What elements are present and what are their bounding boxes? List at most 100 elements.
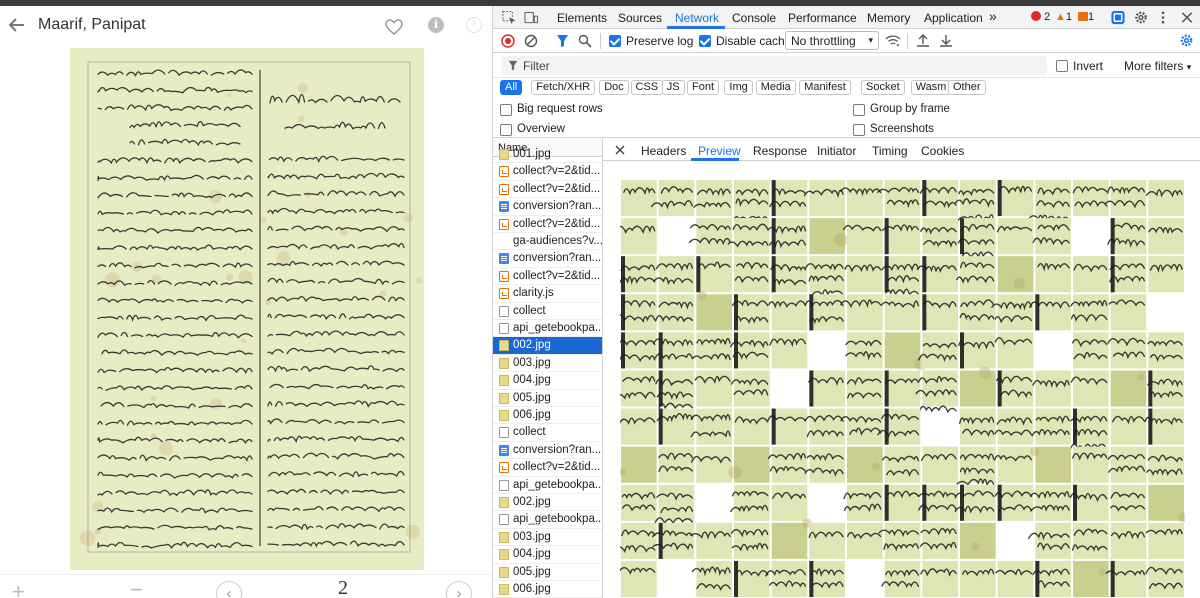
search-icon[interactable] — [578, 34, 592, 48]
request-row[interactable]: api_getebookpa... — [493, 320, 602, 338]
device-toolbar-icon[interactable] — [523, 10, 539, 25]
chip-font[interactable]: Font — [687, 80, 720, 95]
request-row[interactable]: conversion?ran... — [493, 198, 602, 216]
chevron-left-icon[interactable]: ‹ — [216, 581, 242, 598]
request-row[interactable]: 004.jpg — [493, 372, 602, 390]
request-detail: Headers Preview Response Initiator Timin… — [603, 139, 1200, 598]
chip-wasm[interactable]: Wasm — [910, 80, 952, 95]
big-request-rows-label: Big request rows — [517, 103, 603, 115]
doc-resource-icon — [499, 444, 509, 456]
chip-socket[interactable]: Socket — [861, 80, 905, 95]
request-row[interactable]: 001.jpg — [493, 146, 602, 164]
filter-funnel-icon[interactable] — [556, 34, 569, 48]
throttling-select[interactable]: No throttling ▾ — [785, 31, 879, 50]
tab-sources[interactable]: Sources — [618, 11, 662, 25]
chip-img[interactable]: Img — [724, 80, 753, 95]
request-row[interactable]: ga-audiences?v... — [493, 233, 602, 251]
gear-icon[interactable] — [1133, 10, 1149, 25]
close-detail-icon[interactable] — [615, 145, 625, 155]
heart-icon[interactable] — [385, 18, 403, 36]
chip-css[interactable]: CSS — [630, 80, 664, 95]
zoom-out-icon[interactable]: − — [130, 577, 143, 598]
error-count[interactable]: 2 — [1031, 11, 1050, 23]
tab-application[interactable]: Application — [924, 11, 983, 25]
tab-timing[interactable]: Timing — [872, 144, 908, 158]
request-row[interactable]: 003.jpg — [493, 529, 602, 547]
request-row[interactable]: collect — [493, 303, 602, 320]
clear-icon[interactable] — [524, 34, 538, 48]
import-har-icon[interactable] — [916, 33, 930, 48]
tab-memory[interactable]: Memory — [867, 11, 910, 25]
request-row[interactable]: collect?v=2&tid... — [493, 216, 602, 233]
tab-initiator[interactable]: Initiator — [817, 144, 856, 158]
request-name: collect?v=2&tid... — [513, 217, 601, 230]
group-by-frame-checkbox[interactable] — [853, 104, 865, 116]
request-name: 002.jpg — [513, 339, 551, 352]
network-settings-gear-icon[interactable] — [1179, 33, 1194, 48]
issues-count[interactable]: 1 — [1078, 11, 1094, 23]
request-row[interactable]: collect — [493, 424, 602, 442]
preserve-log-checkbox[interactable] — [609, 35, 621, 47]
request-row[interactable]: conversion?ran... — [493, 442, 602, 460]
request-row[interactable]: collect?v=2&tid... — [493, 181, 602, 199]
chip-all[interactable]: All — [500, 80, 523, 95]
request-row[interactable]: 005.jpg — [493, 390, 602, 407]
tab-console[interactable]: Console — [732, 11, 776, 25]
request-row[interactable]: 006.jpg — [493, 581, 602, 598]
tab-network[interactable]: Network — [675, 11, 719, 25]
script-resource-icon — [499, 462, 509, 474]
warning-count[interactable]: ▲1 — [1055, 11, 1072, 23]
request-row[interactable]: clarity.js — [493, 285, 602, 303]
chip-other[interactable]: Other — [948, 80, 986, 95]
request-row[interactable]: 004.jpg — [493, 546, 602, 564]
chip-fetchxhr[interactable]: Fetch/XHR — [531, 80, 596, 95]
filter-input[interactable]: Filter — [501, 56, 1047, 75]
invert-checkbox[interactable] — [1056, 60, 1068, 72]
request-row[interactable]: api_getebookpa... — [493, 511, 602, 529]
img-resource-icon — [499, 375, 509, 387]
script-resource-icon — [499, 218, 509, 230]
resource-type-chips: All Fetch/XHR Doc CSS JS Font Img Media Manifest… — [493, 78, 1200, 98]
tab-elements[interactable]: Elements — [557, 11, 607, 25]
request-row[interactable]: 002.jpg — [493, 494, 602, 512]
request-row[interactable]: 003.jpg — [493, 355, 602, 373]
export-har-icon[interactable] — [939, 33, 953, 48]
tab-headers[interactable]: Headers — [641, 144, 686, 158]
request-row[interactable]: 002.jpg — [493, 337, 602, 355]
close-devtools-icon[interactable] — [1179, 10, 1195, 25]
tab-preview[interactable]: Preview — [698, 144, 741, 158]
viewer-header: Maarif, Panipat i ! — [0, 6, 492, 46]
record-stop-icon[interactable] — [501, 34, 515, 48]
overview-label: Overview — [517, 123, 565, 135]
more-filters-dropdown[interactable]: More filters ▾ — [1124, 59, 1191, 73]
overview-checkbox[interactable] — [500, 124, 512, 136]
request-row[interactable]: api_getebookpa... — [493, 477, 602, 494]
tab-response[interactable]: Response — [753, 144, 807, 158]
chip-js[interactable]: JS — [661, 80, 685, 95]
ai-assistance-icon[interactable] — [1110, 10, 1126, 25]
inspect-element-icon[interactable] — [501, 10, 517, 25]
more-tabs-icon[interactable]: » — [989, 8, 997, 24]
request-name: 005.jpg — [513, 391, 551, 404]
request-row[interactable]: 005.jpg — [493, 564, 602, 581]
request-row[interactable]: conversion?ran... — [493, 250, 602, 268]
back-arrow-icon[interactable] — [8, 16, 26, 34]
tab-cookies[interactable]: Cookies — [921, 144, 964, 158]
chip-manifest[interactable]: Manifest — [799, 80, 851, 95]
disable-cache-checkbox[interactable] — [699, 35, 711, 47]
screenshots-checkbox[interactable] — [853, 124, 865, 136]
chevron-right-icon[interactable]: › — [446, 581, 472, 598]
info-icon[interactable]: i — [428, 17, 444, 33]
chip-doc[interactable]: Doc — [599, 80, 629, 95]
zoom-in-icon[interactable]: + — [12, 579, 25, 598]
request-row[interactable]: 006.jpg — [493, 407, 602, 425]
network-conditions-icon[interactable] — [885, 34, 901, 48]
big-request-rows-checkbox[interactable] — [500, 104, 512, 116]
kebab-menu-icon[interactable] — [1155, 10, 1171, 25]
request-row[interactable]: collect?v=2&tid... — [493, 268, 602, 286]
tab-performance[interactable]: Performance — [788, 11, 857, 25]
request-row[interactable]: collect?v=2&tid... — [493, 459, 602, 477]
request-row[interactable]: collect?v=2&tid... — [493, 163, 602, 181]
chip-media[interactable]: Media — [755, 80, 796, 95]
info-outline-icon[interactable]: ! — [466, 17, 482, 33]
